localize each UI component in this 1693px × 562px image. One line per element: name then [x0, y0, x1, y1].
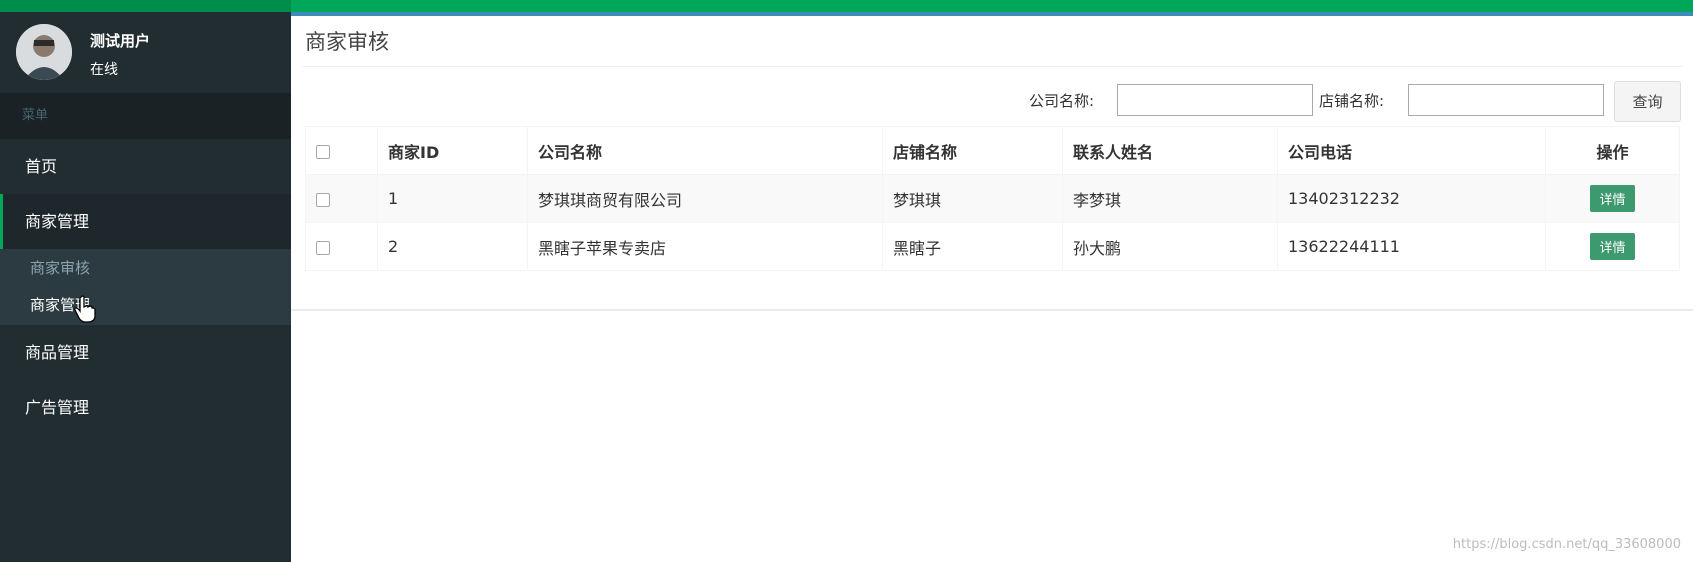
column-header-actions: 操作 [1545, 126, 1680, 175]
row-checkbox[interactable] [316, 192, 330, 207]
user-panel: 测试用户 在线 [0, 12, 291, 93]
select-all-header [305, 126, 378, 175]
company-name-label: 公司名称: [1029, 92, 1095, 110]
row-select-cell [305, 174, 378, 223]
app-root: 测试用户 在线 菜单 首页 商家管理 商家审核 商家管理 商品管理 广告管理 商… [0, 0, 1693, 562]
watermark: https://blog.csdn.net/qq_33608000 [1452, 537, 1681, 552]
avatar [16, 24, 72, 80]
cell-shop-name: 梦琪琪 [882, 174, 1063, 223]
select-all-checkbox[interactable] [316, 144, 330, 159]
column-header-company-name: 公司名称 [527, 126, 883, 175]
cell-company-name: 黑瞎子苹果专卖店 [527, 222, 883, 271]
content-bottom-divider [291, 309, 1693, 311]
detail-button[interactable]: 详情 [1590, 185, 1635, 212]
sidebar: 测试用户 在线 菜单 首页 商家管理 商家审核 商家管理 商品管理 广告管理 [0, 0, 291, 562]
shop-name-label: 店铺名称: [1319, 92, 1385, 110]
menu-header: 菜单 [0, 93, 291, 139]
page-title: 商家审核 [305, 30, 389, 54]
sidebar-item-home[interactable]: 首页 [0, 139, 291, 194]
user-avatar-icon [16, 24, 72, 80]
cell-actions: 详情 [1545, 222, 1680, 271]
column-header-shop-name: 店铺名称 [882, 126, 1063, 175]
title-divider [303, 66, 1683, 67]
cell-merchant-id: 2 [377, 222, 528, 271]
table-header-row: 商家ID 公司名称 店铺名称 联系人姓名 公司电话 操作 [305, 126, 1680, 175]
column-header-contact-name: 联系人姓名 [1062, 126, 1278, 175]
main-content: 商家审核 公司名称: 店铺名称: 查询 商家ID 公司名称 店铺名称 联系人姓名… [291, 16, 1693, 562]
column-header-merchant-id: 商家ID [377, 126, 528, 175]
column-header-company-phone: 公司电话 [1277, 126, 1546, 175]
cell-actions: 详情 [1545, 174, 1680, 223]
shop-name-input[interactable] [1408, 84, 1604, 116]
table-row: 1 梦琪琪商贸有限公司 梦琪琪 李梦琪 13402312232 详情 [305, 174, 1680, 223]
cell-company-name: 梦琪琪商贸有限公司 [527, 174, 883, 223]
query-button[interactable]: 查询 [1614, 81, 1681, 122]
cell-contact-name: 李梦琪 [1062, 174, 1278, 223]
cell-company-phone: 13402312232 [1277, 174, 1546, 223]
user-status: 在线 [90, 62, 118, 78]
row-select-cell [305, 222, 378, 271]
sidebar-item-ad-management[interactable]: 广告管理 [0, 380, 291, 435]
company-name-input[interactable] [1117, 84, 1313, 116]
sidebar-submenu: 商家审核 商家管理 [0, 249, 291, 325]
cell-company-phone: 13622244111 [1277, 222, 1546, 271]
hand-cursor-icon [74, 295, 96, 327]
table-row: 2 黑瞎子苹果专卖店 黑瞎子 孙大鹏 13622244111 详情 [305, 222, 1680, 271]
row-checkbox[interactable] [316, 240, 330, 255]
sidebar-item-merchant-management[interactable]: 商家管理 [0, 194, 291, 249]
merchant-table: 商家ID 公司名称 店铺名称 联系人姓名 公司电话 操作 1 梦琪琪商贸有限公司… [305, 126, 1680, 271]
cell-merchant-id: 1 [377, 174, 528, 223]
sidebar-top-accent [0, 0, 291, 12]
sidebar-subitem-merchant-review[interactable]: 商家审核 [30, 257, 90, 278]
cell-contact-name: 孙大鹏 [1062, 222, 1278, 271]
cell-shop-name: 黑瞎子 [882, 222, 1063, 271]
detail-button[interactable]: 详情 [1590, 233, 1635, 260]
top-navbar [291, 0, 1693, 16]
user-name: 测试用户 [90, 32, 151, 50]
sidebar-item-product-management[interactable]: 商品管理 [0, 325, 291, 380]
